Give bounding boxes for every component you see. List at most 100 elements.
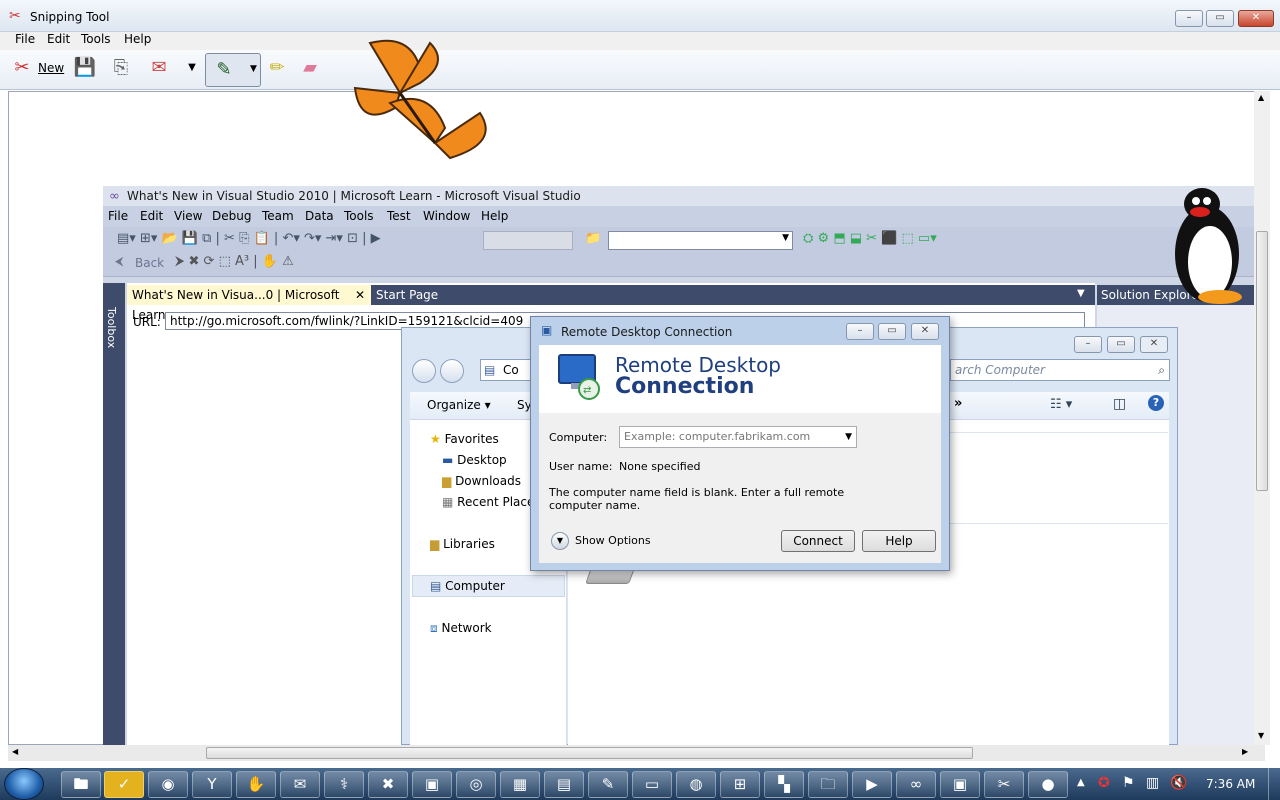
explorer-close-button[interactable]: ✕	[1140, 336, 1168, 353]
nav-computer[interactable]: ▤ Computer	[430, 579, 505, 593]
find-dropdown[interactable]: ▼	[608, 231, 793, 250]
horizontal-scrollbar[interactable]: ◀ ▶	[8, 745, 1265, 761]
taskbar-app-icon[interactable]: ▚	[764, 771, 804, 798]
taskbar-app-icon[interactable]: ✓	[104, 771, 144, 798]
taskbar-app-icon[interactable]: ▦	[500, 771, 540, 798]
taskbar-app-icon[interactable]: ✉	[280, 771, 320, 798]
taskbar-app-icon[interactable]: 🗀	[808, 771, 848, 798]
more-commands-icon[interactable]: »	[954, 396, 962, 411]
vs-menu-debug[interactable]: Debug	[212, 209, 251, 223]
back-button[interactable]: Back	[135, 256, 164, 270]
vs-menu-tools[interactable]: Tools	[344, 209, 374, 223]
tab-whats-new[interactable]: What's New in Visua...0 | Microsoft Lear…	[127, 285, 371, 322]
horizontal-scroll-thumb[interactable]	[206, 747, 973, 759]
vs-menu-view[interactable]: View	[174, 209, 202, 223]
taskbar-app-icon[interactable]: Y	[192, 771, 232, 798]
minimize-button[interactable]: –	[1175, 10, 1203, 27]
taskbar-app-icon[interactable]: ▣	[412, 771, 452, 798]
new-snip-button[interactable]: New	[38, 61, 64, 75]
maximize-button[interactable]: ▭	[1206, 10, 1234, 27]
menu-edit[interactable]: Edit	[47, 32, 70, 46]
taskbar-app-icon[interactable]: ●	[1028, 771, 1068, 798]
taskbar-app-icon[interactable]: ✎	[588, 771, 628, 798]
close-button[interactable]: ✕	[1238, 10, 1274, 27]
clock[interactable]: 7:36 AM	[1206, 777, 1255, 791]
nav-recent-places[interactable]: ▦ Recent Places	[442, 495, 541, 509]
taskbar-vs-icon[interactable]: ∞	[896, 771, 936, 798]
chevron-down-icon[interactable]: ▼	[845, 427, 852, 447]
pen-dropdown-icon[interactable]: ▼	[250, 64, 257, 74]
show-options-label[interactable]: Show Options	[575, 534, 651, 547]
view-options-icon[interactable]: ☷ ▾	[1050, 397, 1072, 412]
taskbar-app-icon[interactable]: ◉	[148, 771, 188, 798]
tab-close-icon[interactable]: ✕	[355, 285, 365, 305]
nav-network[interactable]: ⧈ Network	[430, 621, 492, 636]
organize-button[interactable]: Organize ▾	[427, 398, 491, 412]
menu-tools[interactable]: Tools	[81, 32, 111, 46]
nav-libraries[interactable]: ▆ Libraries	[430, 537, 495, 551]
vertical-scroll-thumb[interactable]	[1256, 231, 1268, 491]
vs-menu-file[interactable]: File	[108, 209, 128, 223]
search-input[interactable]: arch Computer ⌕	[950, 359, 1170, 381]
taskbar-snipping-icon[interactable]: ✂	[984, 771, 1024, 798]
help-icon[interactable]: ?	[1148, 395, 1164, 411]
pen-button[interactable]: ✎ ▼	[205, 53, 261, 87]
search-icon[interactable]: ⌕	[1158, 360, 1165, 380]
back-icon[interactable]: ⮜	[115, 254, 124, 269]
taskbar-app-icon[interactable]: ✋	[236, 771, 276, 798]
save-icon[interactable]: 💾	[73, 56, 97, 80]
show-desktop-button[interactable]	[1268, 768, 1280, 800]
taskbar-app-icon[interactable]: ▶	[852, 771, 892, 798]
computer-field[interactable]: Example: computer.fabrikam.com ▼	[619, 426, 857, 448]
nav-favorites[interactable]: ★ Favorites	[430, 432, 499, 446]
toolbar-tools-icon[interactable]: ⛭ ⚙ ⬒ ⬓ ✂ ⬛ ⬚ ▭▾	[803, 231, 937, 246]
scroll-down-icon[interactable]: ▼	[1258, 731, 1264, 740]
taskbar-app-icon[interactable]: ◎	[456, 771, 496, 798]
rdc-close-button[interactable]: ✕	[911, 323, 939, 340]
tab-list-icon[interactable]: ▼	[1077, 288, 1085, 299]
preview-pane-icon[interactable]: ◫	[1113, 396, 1126, 412]
nav-downloads[interactable]: ▆ Downloads	[442, 474, 521, 488]
vs-menu-team[interactable]: Team	[262, 209, 294, 223]
find-icon[interactable]: 📁	[585, 231, 601, 246]
vs-menu-window[interactable]: Window	[423, 209, 470, 223]
taskbar-app-icon[interactable]: ⊞	[720, 771, 760, 798]
vertical-scrollbar[interactable]: ▲ ▼	[1254, 91, 1270, 745]
help-button[interactable]: Help	[862, 530, 936, 552]
taskbar-app-icon[interactable]: ◍	[676, 771, 716, 798]
back-nav-button[interactable]	[412, 359, 436, 383]
forward-nav-button[interactable]	[440, 359, 464, 383]
network-tray-icon[interactable]: ▥	[1146, 775, 1159, 791]
volume-icon[interactable]: 🔇	[1170, 775, 1187, 791]
taskbar-app-icon[interactable]: ⚕	[324, 771, 364, 798]
connect-button[interactable]: Connect	[781, 530, 855, 552]
menu-file[interactable]: File	[15, 32, 35, 46]
tray-expand-icon[interactable]: ▲	[1077, 777, 1085, 788]
explorer-minimize-button[interactable]: –	[1074, 336, 1102, 353]
menu-help[interactable]: Help	[124, 32, 151, 46]
taskbar-explorer-icon[interactable]: 🖿	[61, 771, 101, 798]
taskbar-app-icon[interactable]: ▤	[544, 771, 584, 798]
solution-config-dropdown[interactable]	[483, 231, 573, 250]
taskbar-app-icon[interactable]: ▭	[632, 771, 672, 798]
rdc-minimize-button[interactable]: –	[846, 323, 874, 340]
rdc-maximize-button[interactable]: ▭	[878, 323, 906, 340]
vs-menu-data[interactable]: Data	[305, 209, 334, 223]
scroll-left-icon[interactable]: ◀	[12, 747, 18, 756]
scroll-up-icon[interactable]: ▲	[1258, 93, 1264, 102]
explorer-maximize-button[interactable]: ▭	[1107, 336, 1135, 353]
highlighter-icon[interactable]: ✏	[265, 56, 289, 80]
send-dropdown-icon[interactable]: ▼	[180, 56, 204, 80]
new-project-icon[interactable]: ▤▾ ⊞▾ 📂 💾 ⧉ | ✂ ⎘ 📋 | ↶▾ ↷▾ ⇥▾ ⊡ | ▶	[117, 231, 381, 246]
vs-menu-edit[interactable]: Edit	[140, 209, 163, 223]
eraser-icon[interactable]: ▰	[298, 56, 322, 80]
toolbox-panel[interactable]: Toolbox	[103, 283, 125, 745]
taskbar-app-icon[interactable]: ✖	[368, 771, 408, 798]
new-snip-icon[interactable]: ✂	[10, 56, 34, 80]
send-snip-icon[interactable]: ✉	[147, 56, 171, 80]
start-button[interactable]	[4, 768, 44, 800]
tab-start-page[interactable]: Start Page	[371, 285, 491, 305]
vs-menu-test[interactable]: Test	[387, 209, 411, 223]
action-center-icon[interactable]: ⚑	[1122, 775, 1135, 791]
scroll-right-icon[interactable]: ▶	[1242, 747, 1248, 756]
